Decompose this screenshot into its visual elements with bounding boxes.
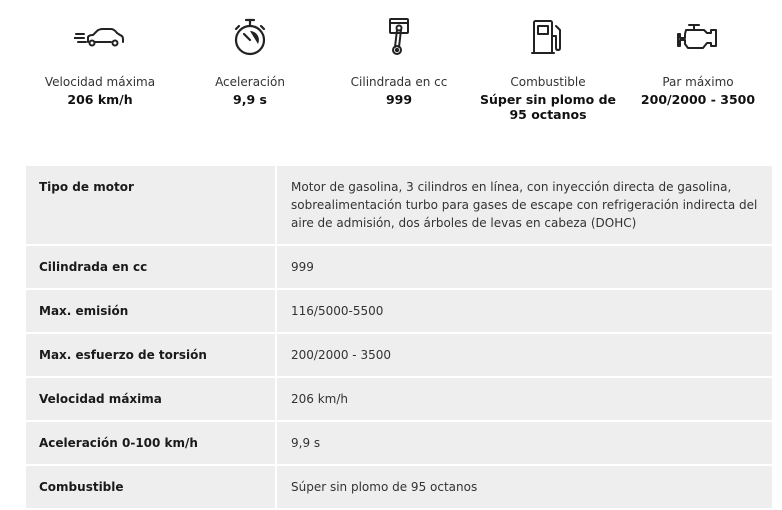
table-row: Aceleración 0-100 km/h 9,9 s — [24, 420, 774, 466]
table-row: Max. esfuerzo de torsión 200/2000 - 3500 — [24, 332, 774, 378]
engine-icon — [676, 14, 720, 60]
feature-value: 9,9 s — [233, 92, 267, 107]
table-row: Velocidad máxima 206 km/h — [24, 376, 774, 422]
spec-value: 999 — [275, 244, 774, 290]
fuel-pump-icon — [531, 14, 565, 60]
spec-key: Max. emisión — [24, 288, 277, 334]
spec-key: Max. esfuerzo de torsión — [24, 332, 277, 378]
table-row: Combustible Súper sin plomo de 95 octano… — [24, 464, 774, 510]
spec-key: Velocidad máxima — [24, 376, 277, 422]
feature-label: Velocidad máxima — [44, 75, 156, 89]
spec-value: Motor de gasolina, 3 cilindros en línea,… — [275, 164, 774, 246]
feature-value: 200/2000 - 3500 — [640, 92, 756, 107]
spec-key: Cilindrada en cc — [24, 244, 277, 290]
feature-label: Cilindrada en cc — [350, 75, 448, 89]
table-row: Cilindrada en cc 999 — [24, 244, 774, 290]
spec-value: 116/5000-5500 — [275, 288, 774, 334]
car-speed-icon — [74, 14, 126, 60]
feature-value: 999 — [385, 92, 413, 107]
table-row: Max. emisión 116/5000-5500 — [24, 288, 774, 334]
spec-value: Súper sin plomo de 95 octanos — [275, 464, 774, 510]
spec-value: 9,9 s — [275, 420, 774, 466]
feature-label: Par máximo — [662, 75, 734, 89]
feature-value: 206 km/h — [67, 92, 133, 107]
key-figures-bar: Velocidad máxima 206 km/h Aceleración 9,… — [0, 0, 782, 150]
stopwatch-icon — [232, 14, 268, 60]
spec-value: 200/2000 - 3500 — [275, 332, 774, 378]
feature-label: Combustible — [510, 75, 586, 89]
feature-label: Aceleración — [215, 75, 285, 89]
feature-value: Súper sin plomo de 95 octanos — [479, 92, 617, 122]
technical-specs-table: Tipo de motor Motor de gasolina, 3 cilin… — [24, 164, 774, 510]
spec-key: Combustible — [24, 464, 277, 510]
table-row: Tipo de motor Motor de gasolina, 3 cilin… — [24, 164, 774, 246]
spec-key: Tipo de motor — [24, 164, 277, 246]
spec-key: Aceleración 0-100 km/h — [24, 420, 277, 466]
spec-value: 206 km/h — [275, 376, 774, 422]
piston-icon — [386, 14, 412, 60]
